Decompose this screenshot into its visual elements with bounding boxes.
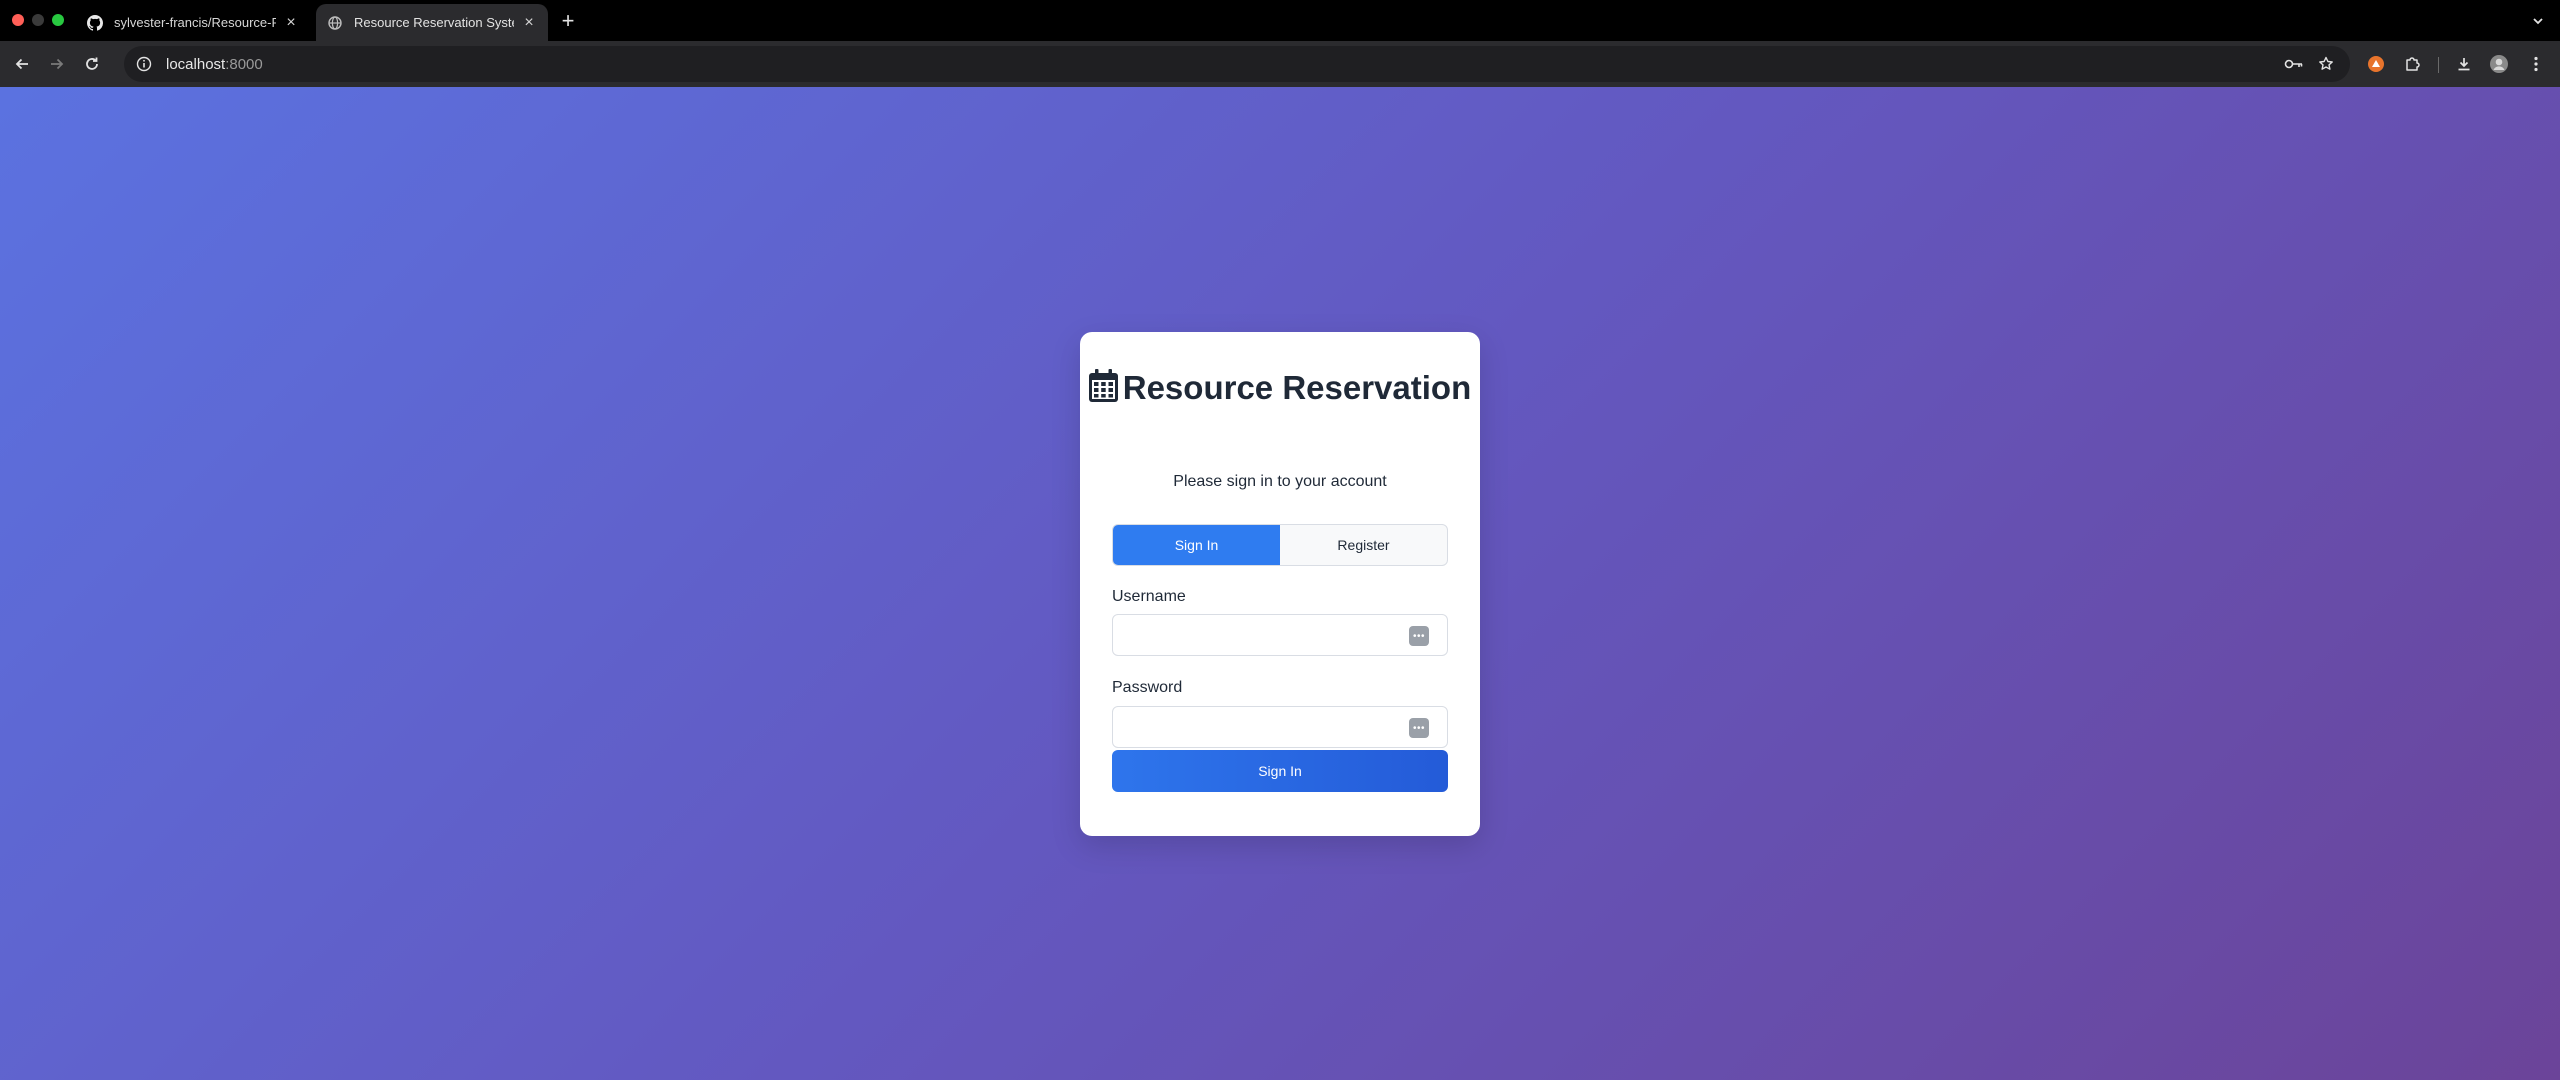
page-title-text: Resource Reservation	[1122, 369, 1472, 406]
forward-icon[interactable]	[45, 52, 69, 76]
close-icon[interactable]: ×	[282, 14, 300, 32]
bookmark-star-icon[interactable]	[2314, 52, 2338, 76]
github-icon	[86, 14, 104, 32]
window-zoom-button[interactable]	[52, 14, 64, 26]
password-field[interactable]	[1113, 707, 1447, 747]
sign-in-button[interactable]: Sign In	[1112, 750, 1448, 792]
password-field-wrapper: •••	[1112, 706, 1448, 748]
password-manager-icon[interactable]	[2282, 52, 2306, 76]
browser-tab[interactable]: sylvester-francis/Resource-R ×	[76, 4, 310, 41]
url-text: localhost:8000	[166, 56, 263, 73]
extensions-puzzle-icon[interactable]	[2400, 52, 2424, 76]
browser-tab-strip: sylvester-francis/Resource-R × Resource …	[0, 0, 2560, 41]
password-manager-key-icon[interactable]: •••	[1409, 718, 1429, 738]
close-icon[interactable]: ×	[520, 14, 538, 32]
globe-icon	[326, 14, 344, 32]
username-field-wrapper: •••	[1112, 614, 1448, 656]
tab-register[interactable]: Register	[1280, 525, 1447, 565]
page-title: Resource Reservation	[1080, 362, 1480, 413]
download-icon[interactable]	[2452, 52, 2476, 76]
menu-kebab-icon[interactable]	[2524, 52, 2548, 76]
password-label: Password	[1112, 679, 1183, 696]
reload-icon[interactable]	[80, 52, 104, 76]
address-bar[interactable]: localhost:8000	[124, 46, 2350, 82]
username-label: Username	[1112, 588, 1186, 605]
window-minimize-button[interactable]	[32, 14, 44, 26]
password-manager-key-icon[interactable]: •••	[1409, 626, 1429, 646]
tab-sign-in[interactable]: Sign In	[1113, 525, 1280, 565]
page-viewport: Resource Reservation Please sign in to y…	[0, 87, 2560, 1080]
toolbar-divider	[2438, 57, 2439, 73]
browser-tab-active[interactable]: Resource Reservation System ×	[316, 4, 548, 41]
window-close-button[interactable]	[12, 14, 24, 26]
auth-mode-toggle: Sign In Register	[1112, 524, 1448, 566]
tab-search-icon[interactable]	[2526, 9, 2550, 33]
back-icon[interactable]	[10, 52, 34, 76]
tab-title: Resource Reservation System	[354, 15, 514, 30]
tab-title: sylvester-francis/Resource-R	[114, 15, 276, 30]
url-host: localhost	[166, 55, 226, 73]
browser-toolbar: localhost:8000	[0, 41, 2560, 87]
extension-icon[interactable]	[2364, 52, 2388, 76]
login-card: Resource Reservation Please sign in to y…	[1080, 332, 1480, 836]
new-tab-button[interactable]: +	[556, 10, 580, 34]
page-subtitle: Please sign in to your account	[1173, 473, 1387, 490]
calendar-icon	[1088, 365, 1118, 402]
url-port: :8000	[225, 55, 263, 73]
site-info-icon[interactable]	[134, 54, 154, 74]
profile-avatar-icon[interactable]	[2487, 52, 2511, 76]
username-field[interactable]	[1113, 615, 1447, 655]
